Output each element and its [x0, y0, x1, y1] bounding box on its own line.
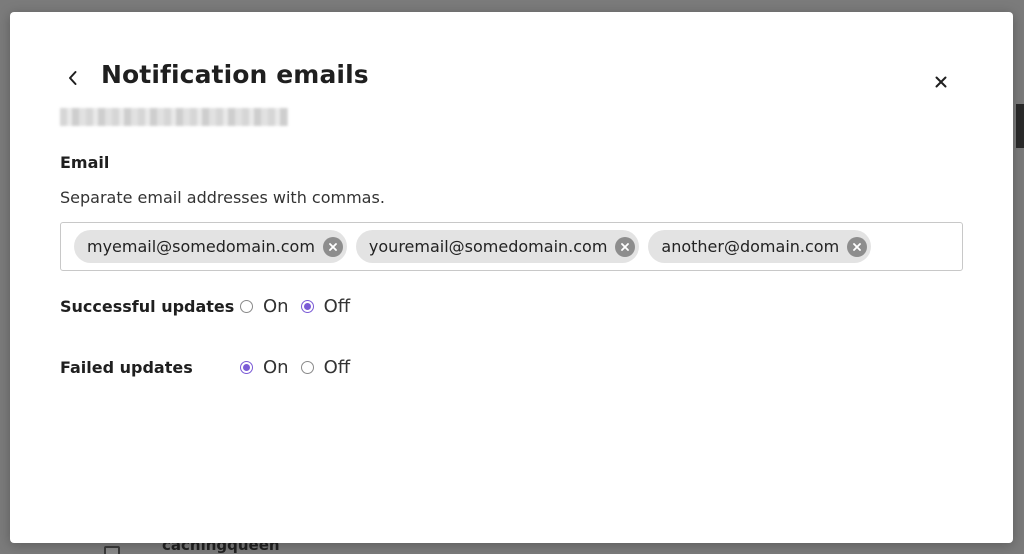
- backdrop-checkbox: [104, 546, 120, 554]
- dialog-title: Notification emails: [101, 60, 369, 89]
- chevron-left-icon: [69, 71, 77, 85]
- radio-button[interactable]: [300, 300, 314, 313]
- email-chip: myemail@somedomain.com: [74, 230, 347, 263]
- radio-button[interactable]: [240, 361, 253, 374]
- remove-chip-button[interactable]: [847, 236, 868, 257]
- successful-updates-label: Successful updates: [60, 297, 235, 316]
- failed-updates-radio-group: On Off: [240, 357, 362, 378]
- email-chip-label: another@domain.com: [661, 237, 840, 256]
- backdrop-scroll-indicator: [1016, 104, 1024, 148]
- radio-button[interactable]: [300, 361, 314, 374]
- remove-chip-button[interactable]: [615, 236, 636, 257]
- email-chip: another@domain.com: [648, 230, 872, 263]
- redacted-subtitle: [60, 108, 288, 126]
- successful-updates-on-option[interactable]: On: [240, 296, 289, 317]
- close-icon: [935, 76, 947, 88]
- radio-label: On: [263, 296, 289, 317]
- failed-updates-on-option[interactable]: On: [240, 357, 289, 378]
- back-button[interactable]: [63, 68, 83, 88]
- remove-icon: [853, 242, 862, 251]
- radio-label: Off: [323, 357, 351, 378]
- radio-label: On: [263, 357, 289, 378]
- remove-chip-button[interactable]: [322, 236, 343, 257]
- radio-button[interactable]: [240, 300, 253, 313]
- email-chip-label: youremail@somedomain.com: [368, 237, 608, 256]
- email-input[interactable]: myemail@somedomain.com youremail@somedom…: [60, 222, 963, 271]
- failed-updates-label: Failed updates: [60, 358, 193, 377]
- successful-updates-off-option[interactable]: Off: [300, 296, 351, 317]
- email-section-label: Email: [60, 153, 110, 172]
- radio-label: Off: [323, 296, 351, 317]
- successful-updates-radio-group: On Off: [240, 296, 362, 317]
- email-helper-text: Separate email addresses with commas.: [60, 188, 385, 207]
- remove-icon: [329, 242, 337, 251]
- email-chip: youremail@somedomain.com: [355, 230, 640, 263]
- notification-emails-dialog: Notification emails Email Separate email…: [10, 12, 1013, 543]
- email-chip-label: myemail@somedomain.com: [87, 237, 315, 256]
- failed-updates-off-option[interactable]: Off: [300, 357, 351, 378]
- close-button[interactable]: [932, 73, 950, 91]
- remove-icon: [621, 242, 630, 251]
